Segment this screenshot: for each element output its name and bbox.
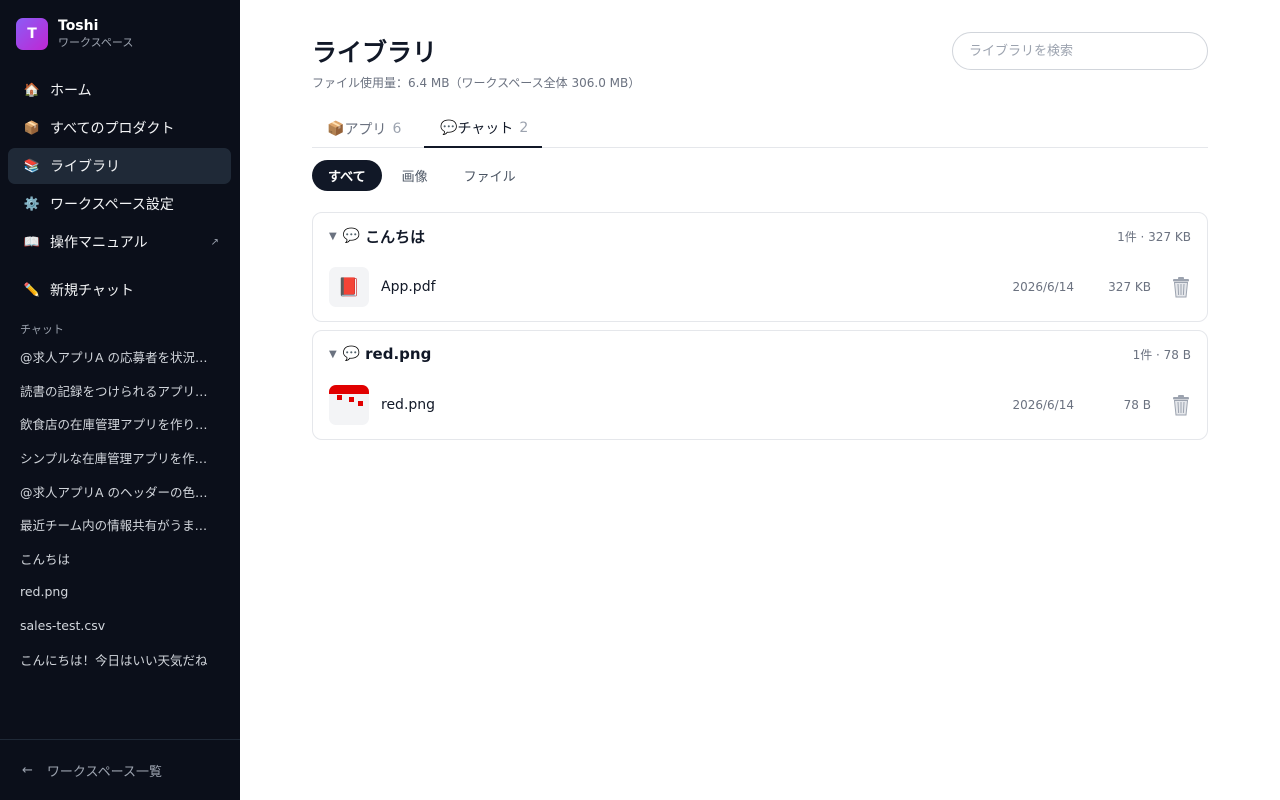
- tab-label: アプリ: [344, 122, 387, 138]
- tab-apps[interactable]: 📦 アプリ 6: [327, 110, 417, 148]
- workspace-subtitle: ワークスペース: [58, 36, 134, 49]
- chat-title: @求人アプリA の応募者を状況別に管理したい: [20, 350, 212, 366]
- package-icon: 📦: [23, 120, 41, 136]
- group-header[interactable]: ▼ 💬 red.png 1件 · 78 B: [329, 343, 1191, 365]
- sidebar-item-workspace-settings[interactable]: ⚙️ ワークスペース設定: [8, 186, 231, 222]
- file-size: 78 B: [1123, 398, 1151, 412]
- library-search-input[interactable]: [952, 32, 1208, 70]
- chat-title: 飲食店の在庫管理アプリを作りたい: [20, 417, 212, 433]
- chat-list-item[interactable]: red.png: [20, 575, 220, 609]
- new-chat-label: 新規チャット: [50, 283, 134, 299]
- file-date: 2026/6/14: [1012, 398, 1074, 412]
- speech-bubble-icon: 💬: [342, 346, 361, 362]
- new-chat-button[interactable]: ✏️ 新規チャット: [8, 272, 231, 308]
- chat-file-group: ▼ 💬 こんちは 1件 · 327 KB 📕 App.pdf 2026/6/14…: [312, 212, 1208, 322]
- chat-list-item[interactable]: 最近チーム内の情報共有がうまくいかない: [20, 508, 220, 542]
- sidebar-item-label: すべてのプロダクト: [50, 121, 175, 137]
- group-meta: 1件 · 78 B: [1132, 347, 1191, 362]
- package-icon: 📦: [327, 121, 345, 137]
- collapse-caret-icon[interactable]: ▼: [329, 349, 337, 360]
- group-header[interactable]: ▼ 💬 こんちは 1件 · 327 KB: [329, 225, 1191, 247]
- home-icon: 🏠: [23, 82, 41, 98]
- sidebar-item-manual[interactable]: 📖 操作マニュアル ↗: [8, 224, 231, 260]
- filter-files[interactable]: ファイル: [448, 160, 532, 191]
- tab-count: 6: [392, 121, 402, 137]
- file-name[interactable]: App.pdf: [381, 279, 436, 295]
- tab-count: 2: [519, 120, 529, 136]
- chat-title: red.png: [20, 584, 69, 600]
- main-content: ライブラリ ファイル使用量：6.4 MB（ワークスペース全体 306.0 MB）…: [240, 0, 1280, 800]
- chat-list-item[interactable]: 読書の記録をつけられるアプリを作りたい: [20, 374, 220, 408]
- thumbnail-red-dot: [358, 401, 363, 406]
- sidebar-item-library[interactable]: 📚 ライブラリ: [8, 148, 231, 184]
- chat-list-item[interactable]: @求人アプリA のヘッダーの色を変更して: [20, 474, 220, 508]
- file-date: 2026/6/14: [1012, 280, 1074, 294]
- trash-icon[interactable]: [1171, 276, 1191, 298]
- thumbnail-red-dot: [337, 395, 342, 400]
- filter-chips: すべて 画像 ファイル: [312, 160, 536, 191]
- sidebar-item-label: ホーム: [50, 83, 92, 99]
- gear-icon: ⚙️: [23, 196, 41, 212]
- arrow-left-icon: ←: [22, 762, 33, 778]
- trash-icon[interactable]: [1171, 394, 1191, 416]
- speech-bubble-icon: 💬: [342, 228, 361, 244]
- group-meta: 1件 · 327 KB: [1117, 229, 1191, 244]
- file-name[interactable]: red.png: [381, 397, 435, 413]
- chat-title: こんにちは！今日はいい天気だね: [20, 652, 208, 668]
- pdf-file-icon: 📕: [329, 267, 369, 307]
- tab-label: チャット: [457, 121, 514, 137]
- workspace-name: Toshi: [58, 18, 99, 34]
- sidebar: T Toshi ワークスペース 🏠 ホーム 📦 すべてのプロダクト 📚 ライブラ…: [0, 0, 240, 800]
- chat-title: sales-test.csv: [20, 618, 106, 634]
- filter-all[interactable]: すべて: [312, 160, 382, 191]
- sidebar-nav: 🏠 ホーム 📦 すべてのプロダクト 📚 ライブラリ ⚙️ ワークスペース設定 📖…: [8, 72, 231, 262]
- books-icon: 📚: [23, 158, 41, 174]
- workspace-list-link[interactable]: ← ワークスペース一覧: [0, 739, 240, 800]
- chat-title: @求人アプリA のヘッダーの色を変更して: [20, 484, 212, 500]
- chat-title: 最近チーム内の情報共有がうまくいかない: [20, 518, 212, 534]
- chat-list: @求人アプリA の応募者を状況別に管理したい 読書の記録をつけられるアプリを作り…: [20, 340, 220, 676]
- chat-list-item[interactable]: こんにちは！今日はいい天気だね: [20, 642, 220, 676]
- open-book-icon: 📖: [23, 234, 41, 250]
- thumbnail-red-dot: [349, 397, 354, 402]
- thumbnail-red-band: [329, 385, 369, 394]
- file-row[interactable]: red.png 2026/6/14 78 B: [329, 385, 1191, 425]
- chat-list-item[interactable]: @求人アプリA の応募者を状況別に管理したい: [20, 340, 220, 374]
- sidebar-item-all-products[interactable]: 📦 すべてのプロダクト: [8, 110, 231, 146]
- chat-title: シンプルな在庫管理アプリを作りたい: [20, 451, 212, 467]
- page-title: ライブラリ: [312, 38, 438, 67]
- file-row[interactable]: 📕 App.pdf 2026/6/14 327 KB: [329, 267, 1191, 307]
- library-tabs: 📦 アプリ 6 💬 チャット 2: [312, 110, 1208, 148]
- filter-images[interactable]: 画像: [386, 160, 444, 191]
- workspace-text: Toshi ワークスペース: [58, 18, 133, 50]
- speech-bubble-icon: 💬: [440, 120, 458, 136]
- tab-chat[interactable]: 💬 チャット 2: [424, 110, 542, 148]
- file-size: 327 KB: [1108, 280, 1151, 294]
- sidebar-item-label: ライブラリ: [50, 159, 120, 175]
- new-chat-section: ✏️ 新規チャット: [8, 272, 231, 310]
- external-link-icon: ↗: [210, 236, 219, 248]
- sidebar-item-label: 操作マニュアル: [50, 235, 148, 251]
- collapse-caret-icon[interactable]: ▼: [329, 231, 337, 242]
- sidebar-item-home[interactable]: 🏠 ホーム: [8, 72, 231, 108]
- storage-usage: ファイル使用量：6.4 MB（ワークスペース全体 306.0 MB）: [312, 76, 641, 90]
- sidebar-item-label: ワークスペース設定: [50, 197, 174, 213]
- group-title: こんちは: [365, 227, 426, 246]
- workspace-header[interactable]: T Toshi ワークスペース: [16, 18, 133, 50]
- chat-title: 読書の記録をつけられるアプリを作りたい: [20, 383, 212, 399]
- chat-list-item[interactable]: sales-test.csv: [20, 609, 220, 643]
- group-title: red.png: [365, 345, 432, 363]
- chat-list-item[interactable]: こんちは: [20, 542, 220, 576]
- workspace-avatar: T: [16, 18, 48, 50]
- chat-file-group: ▼ 💬 red.png 1件 · 78 B red.png 2026/6/14 …: [312, 330, 1208, 440]
- pencil-icon: ✏️: [23, 282, 41, 298]
- image-thumbnail[interactable]: [329, 385, 369, 425]
- chat-list-item[interactable]: シンプルな在庫管理アプリを作りたい: [20, 441, 220, 475]
- workspace-list-label: ワークスペース一覧: [46, 764, 162, 780]
- chats-section-label: チャット: [20, 323, 64, 336]
- chat-list-item[interactable]: 飲食店の在庫管理アプリを作りたい: [20, 407, 220, 441]
- chat-title: こんちは: [20, 551, 71, 567]
